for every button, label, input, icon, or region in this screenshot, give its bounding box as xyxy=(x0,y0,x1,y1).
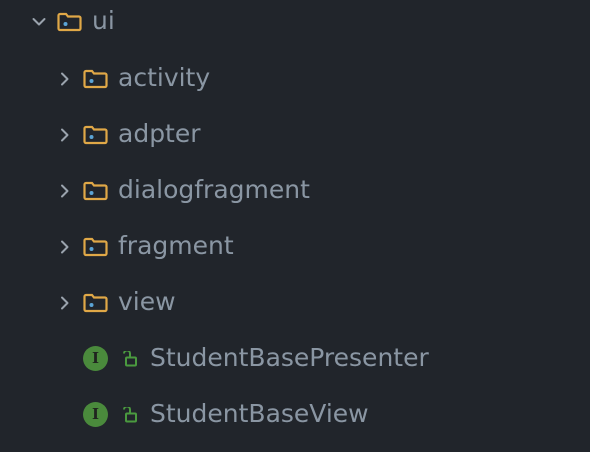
chevron-down-icon[interactable] xyxy=(32,15,46,29)
chevron-right-icon[interactable] xyxy=(58,72,72,86)
folder-icon xyxy=(57,12,82,32)
interface-icon: I xyxy=(83,346,108,371)
tree-node-ui[interactable]: ui xyxy=(0,0,590,56)
folder-icon xyxy=(83,237,108,257)
chevron-right-icon[interactable] xyxy=(58,128,72,142)
tree-node-adpter[interactable]: adpter xyxy=(0,106,590,162)
folder-icon xyxy=(83,293,108,313)
tree-node-fragment[interactable]: fragment xyxy=(0,218,590,274)
tree-file-label: StudentBaseView xyxy=(150,399,369,428)
tree-node-activity[interactable]: activity xyxy=(0,50,590,106)
chevron-right-icon[interactable] xyxy=(58,240,72,254)
folder-icon xyxy=(83,69,108,89)
tree-node-label: ui xyxy=(92,6,115,35)
tree-node-label: adpter xyxy=(118,119,201,148)
tree-file-label: StudentBasePresenter xyxy=(150,343,429,372)
tree-node-label: view xyxy=(118,287,176,316)
tree-node-view[interactable]: view xyxy=(0,274,590,330)
tree-node-label: dialogfragment xyxy=(118,175,310,204)
interface-icon: I xyxy=(83,402,108,427)
tree-file-studentbaseview[interactable]: I StudentBaseView xyxy=(0,386,590,442)
tree-node-label: fragment xyxy=(118,231,234,260)
project-tree: ui activity adpter dialogfragment fragme… xyxy=(0,0,590,452)
tree-file-studentbasepresenter[interactable]: I StudentBasePresenter xyxy=(0,330,590,386)
chevron-right-icon[interactable] xyxy=(58,184,72,198)
tree-node-label: activity xyxy=(118,63,211,92)
folder-icon xyxy=(83,125,108,145)
lock-open-icon xyxy=(123,407,137,423)
chevron-right-icon[interactable] xyxy=(58,296,72,310)
tree-node-dialogfragment[interactable]: dialogfragment xyxy=(0,162,590,218)
folder-icon xyxy=(83,181,108,201)
lock-open-icon xyxy=(123,351,137,367)
